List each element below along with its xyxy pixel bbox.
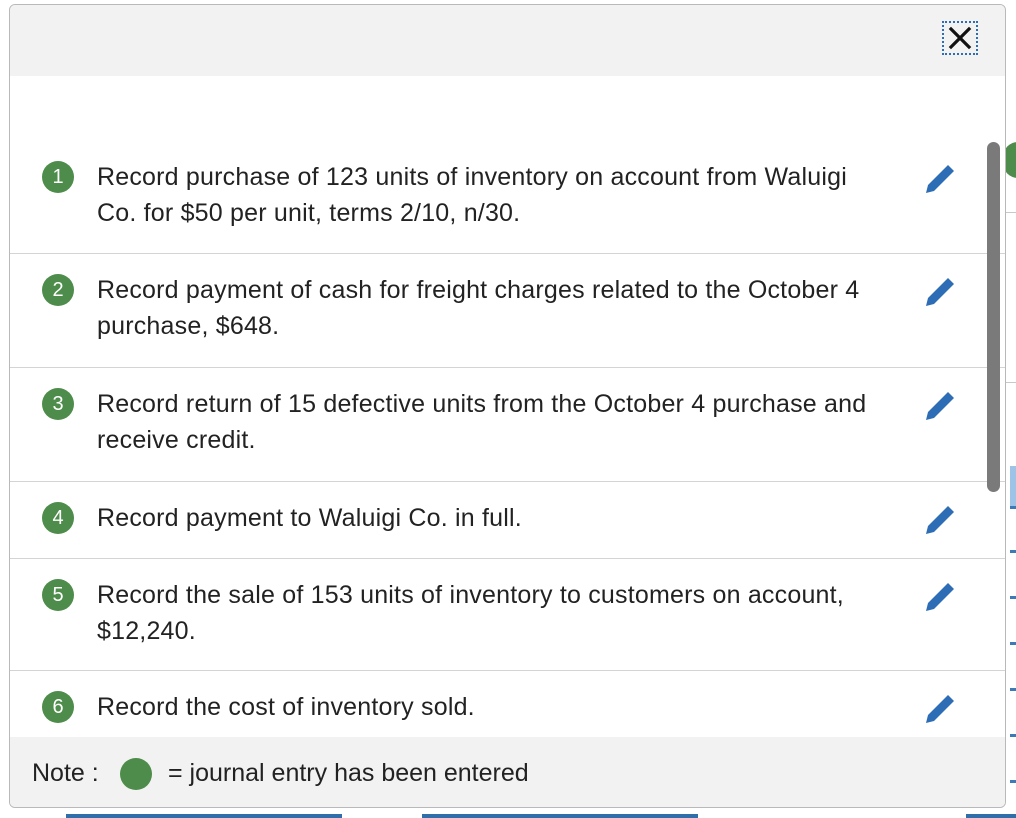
close-button[interactable]: × <box>942 21 978 55</box>
background-divider <box>1006 382 1016 383</box>
entry-description: Record the cost of inventory sold. <box>97 693 475 721</box>
green-dot-icon <box>120 758 152 790</box>
entry-number-badge: 5 <box>42 579 74 611</box>
pencil-icon[interactable] <box>920 386 960 426</box>
pencil-icon[interactable] <box>920 159 960 199</box>
pencil-icon[interactable] <box>920 500 960 540</box>
list-item: 1 Record purchase of 123 units of invent… <box>10 141 1005 254</box>
pencil-icon[interactable] <box>920 577 960 617</box>
close-icon <box>948 26 972 50</box>
list-item: 2 Record payment of cash for freight cha… <box>10 254 1005 368</box>
journal-entry-popup: × 1 Record purchase of 123 units of inve… <box>9 4 1006 808</box>
entry-number-badge: 2 <box>42 274 74 306</box>
background-dash <box>1010 642 1016 645</box>
scrollbar-thumb[interactable] <box>987 142 1000 492</box>
background-dash <box>1010 688 1016 691</box>
entry-description: Record the sale of 153 units of inventor… <box>97 581 844 645</box>
background-blue-block <box>1010 466 1016 506</box>
background-dash <box>1010 734 1016 737</box>
note-text: = journal entry has been entered <box>168 759 529 787</box>
journal-entry-list: 1 Record purchase of 123 units of invent… <box>10 141 1005 743</box>
entry-number-badge: 6 <box>42 691 74 723</box>
background-divider <box>1006 212 1016 213</box>
background-page <box>1006 0 1016 818</box>
background-dash <box>1010 506 1016 509</box>
list-item: 3 Record return of 15 defective units fr… <box>10 368 1005 482</box>
popup-header: × <box>10 5 1005 76</box>
background-dash <box>1010 780 1016 783</box>
entry-description: Record purchase of 123 units of inventor… <box>97 163 847 227</box>
list-item: 6 Record the cost of inventory sold. <box>10 671 1005 743</box>
entry-description: Record payment to Waluigi Co. in full. <box>97 504 522 532</box>
list-item: 4 Record payment to Waluigi Co. in full. <box>10 482 1005 559</box>
entry-number-badge: 3 <box>42 388 74 420</box>
pencil-icon[interactable] <box>920 272 960 312</box>
background-tab <box>966 814 1016 818</box>
background-tab <box>66 814 342 818</box>
entry-number-badge: 4 <box>42 502 74 534</box>
entry-number-badge: 1 <box>42 161 74 193</box>
note-label: Note : <box>32 759 99 787</box>
pencil-icon[interactable] <box>920 689 960 729</box>
note-bar: Note : = journal entry has been entered <box>10 737 1005 807</box>
list-item: 5 Record the sale of 153 units of invent… <box>10 559 1005 671</box>
background-dash <box>1010 550 1016 553</box>
entry-description: Record return of 15 defective units from… <box>97 390 867 454</box>
entry-description: Record payment of cash for freight charg… <box>97 276 860 340</box>
background-tab <box>422 814 698 818</box>
background-dash <box>1010 596 1016 599</box>
page: × 1 Record purchase of 123 units of inve… <box>0 0 1016 818</box>
